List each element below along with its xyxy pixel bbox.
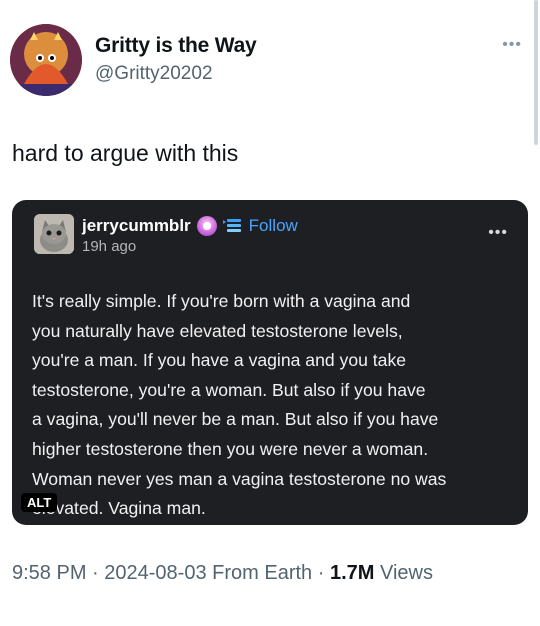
more-options-icon[interactable]: •••	[502, 36, 522, 54]
embed-avatar	[34, 214, 74, 254]
embed-user-row: jerrycummblr Follow	[82, 216, 298, 236]
follow-button[interactable]: Follow	[249, 216, 298, 236]
body-line: a vagina, you'll never be a man. But als…	[32, 409, 439, 430]
display-name[interactable]: Gritty is the Way	[95, 34, 257, 58]
stack-icon	[222, 219, 241, 232]
tweet-time[interactable]: 9:58 PM	[12, 562, 86, 584]
body-line: higher testosterone then you were never …	[32, 438, 429, 459]
body-line: Woman never yes man a vagina testosteron…	[32, 468, 447, 489]
embedded-screenshot[interactable]: jerrycummblr Follow 19h ago ••• It's rea…	[12, 200, 528, 525]
meta-separator: ·	[312, 562, 330, 584]
tweet-meta: 9:58 PM · 2024-08-03 From Earth · 1.7M V…	[12, 562, 433, 585]
embed-body-text: It's really simple. If you're born with …	[32, 287, 518, 524]
alt-text-badge[interactable]: ALT	[21, 493, 58, 512]
body-line: elevated. Vagina man.	[32, 498, 206, 519]
tweet-source: From Earth	[212, 562, 313, 584]
gritty-avatar-image	[10, 24, 82, 96]
cat-avatar-image	[34, 214, 74, 254]
body-line: you're a man. If you have a vagina and y…	[32, 350, 407, 371]
badge-icon	[196, 216, 217, 236]
body-line: It's really simple. If you're born with …	[32, 291, 411, 311]
views-label[interactable]: Views	[380, 562, 433, 584]
avatar[interactable]	[10, 24, 82, 96]
embed-username[interactable]: jerrycummblr	[82, 216, 191, 236]
tweet-date[interactable]: 2024-08-03	[104, 562, 206, 584]
views-count[interactable]: 1.7M	[330, 562, 374, 584]
embed-timestamp: 19h ago	[82, 238, 137, 255]
tweet-text: hard to argue with this	[12, 140, 239, 166]
body-line: testosterone, you're a woman. But also i…	[32, 379, 426, 400]
user-handle[interactable]: @Gritty20202	[95, 63, 213, 85]
tweet-page: Gritty is the Way @Gritty20202 ••• hard …	[0, 0, 540, 626]
scrollbar[interactable]	[534, 0, 538, 145]
meta-separator: ·	[86, 562, 105, 584]
embed-more-icon[interactable]: •••	[488, 224, 508, 242]
body-line: you naturally have elevated testosterone…	[32, 320, 403, 341]
